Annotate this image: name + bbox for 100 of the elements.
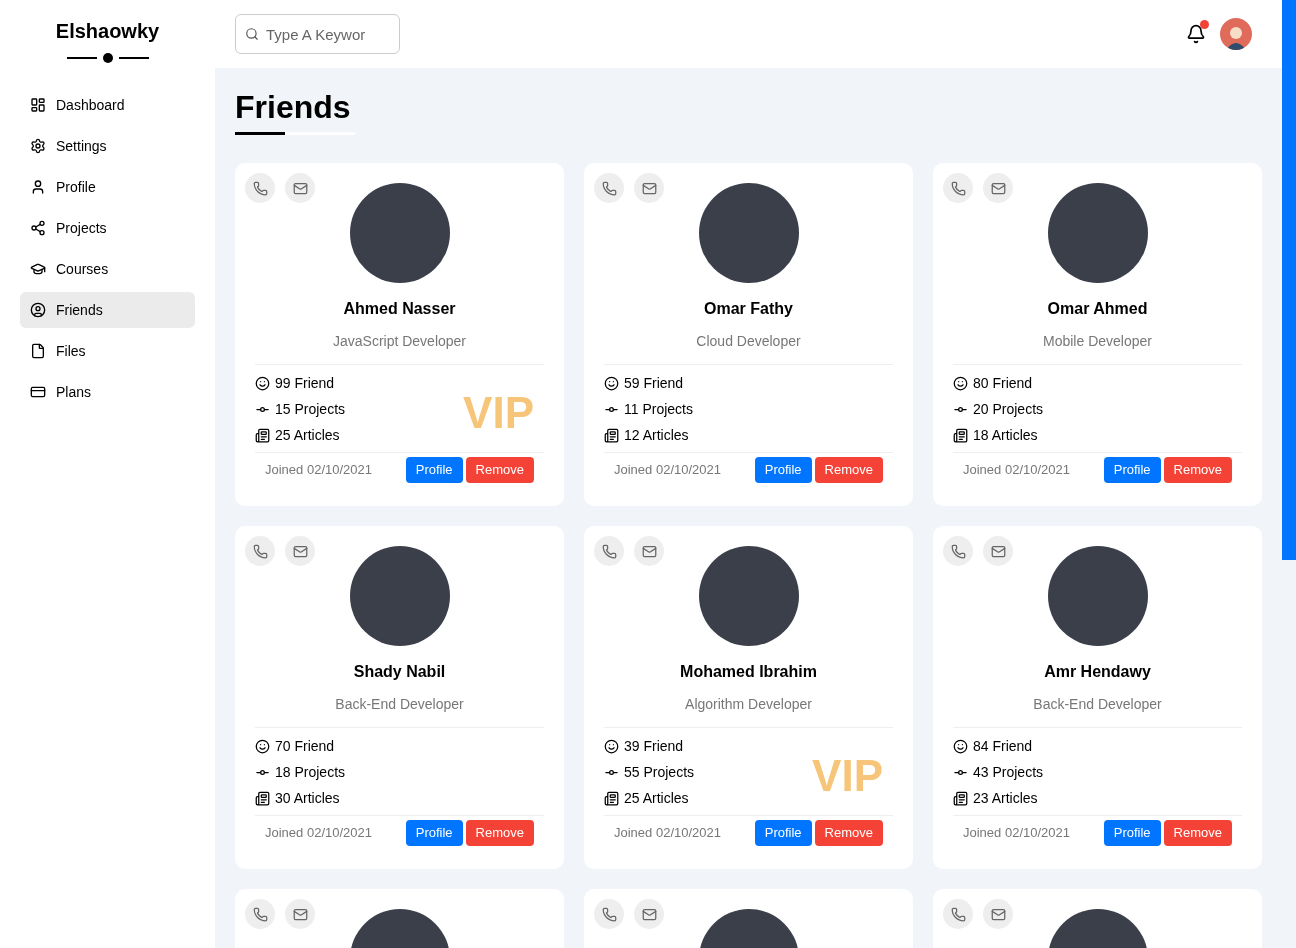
friend-role: Mobile Developer (1042, 332, 1153, 351)
joined-date: Joined 02/10/2021 (963, 824, 1070, 843)
profile-button[interactable]: Profile (405, 820, 463, 846)
phone-button[interactable] (943, 536, 973, 566)
newspaper-icon (953, 790, 968, 806)
vip-label: VIP (463, 391, 534, 435)
friend-role: Back-End Developer (334, 695, 465, 714)
remove-button[interactable]: Remove (814, 457, 883, 483)
mail-button[interactable] (285, 899, 315, 929)
stat-text: 23 Articles (973, 788, 1038, 808)
remove-button[interactable]: Remove (814, 820, 883, 846)
stat-text: 59 Friend (624, 373, 684, 393)
stat-text: 25 Articles (624, 788, 689, 808)
mail-icon (641, 906, 657, 922)
brand-title: Elshaowky (54, 19, 161, 44)
friend-role: Cloud Developer (695, 332, 802, 351)
stat-text: 84 Friend (973, 736, 1033, 756)
stat-text: 70 Friend (275, 736, 335, 756)
mail-button[interactable] (983, 536, 1013, 566)
phone-button[interactable] (943, 899, 973, 929)
smile-icon (255, 375, 270, 391)
smile-icon (255, 738, 270, 754)
vip-label: VIP (812, 754, 883, 798)
mail-icon (292, 906, 308, 922)
mail-button[interactable] (285, 536, 315, 566)
newspaper-icon (255, 790, 270, 806)
phone-button[interactable] (943, 173, 973, 203)
stat-text: 43 Projects (973, 762, 1044, 782)
mail-icon (990, 543, 1006, 559)
joined-date: Joined 02/10/2021 (614, 461, 721, 480)
newspaper-icon (604, 790, 619, 806)
stat-text: 55 Projects (624, 762, 695, 782)
mail-icon (990, 180, 1006, 196)
mail-button[interactable] (634, 536, 664, 566)
phone-button[interactable] (594, 536, 624, 566)
stat-text: 99 Friend (275, 373, 335, 393)
mail-button[interactable] (634, 899, 664, 929)
profile-button[interactable]: Profile (1103, 820, 1161, 846)
remove-button[interactable]: Remove (1163, 457, 1232, 483)
mail-button[interactable] (983, 173, 1013, 203)
brand-divider-icon (66, 52, 149, 64)
dashboard-icon (30, 97, 46, 113)
phone-button[interactable] (594, 173, 624, 203)
smile-icon (604, 738, 619, 754)
friend-name: Omar Ahmed (1046, 299, 1149, 319)
user-avatar[interactable] (1220, 18, 1252, 50)
phone-icon (601, 906, 617, 922)
stat-text: 80 Friend (973, 373, 1033, 393)
credit-card-icon (30, 384, 46, 400)
phone-button[interactable] (245, 536, 275, 566)
friend-role: Algorithm Developer (684, 695, 813, 714)
profile-button[interactable]: Profile (754, 820, 812, 846)
phone-icon (252, 906, 268, 922)
graduation-cap-icon (30, 261, 46, 277)
stat-text: 18 Projects (275, 762, 346, 782)
phone-icon (601, 543, 617, 559)
mail-button[interactable] (285, 173, 315, 203)
user-icon (30, 179, 46, 195)
search-field[interactable]: Type A Keywor (235, 14, 400, 54)
smile-icon (953, 375, 968, 391)
friend-name: Ahmed Nasser (342, 299, 457, 319)
phone-button[interactable] (594, 899, 624, 929)
smile-icon (604, 375, 619, 391)
joined-date: Joined 02/10/2021 (265, 824, 372, 843)
profile-button[interactable]: Profile (1103, 457, 1161, 483)
newspaper-icon (953, 427, 968, 443)
stat-text: 12 Articles (624, 425, 689, 445)
mail-icon (641, 543, 657, 559)
profile-button[interactable]: Profile (754, 457, 812, 483)
joined-date: Joined 02/10/2021 (614, 824, 721, 843)
friend-role: Back-End Developer (1032, 695, 1163, 714)
phone-icon (950, 180, 966, 196)
mail-icon (292, 180, 308, 196)
phone-icon (601, 180, 617, 196)
mail-icon (990, 906, 1006, 922)
stat-text: 20 Projects (973, 399, 1044, 419)
stat-text: 30 Articles (275, 788, 340, 808)
remove-button[interactable]: Remove (1163, 820, 1232, 846)
sidebar-item[interactable]: Friends (20, 292, 195, 328)
remove-button[interactable]: Remove (465, 820, 534, 846)
mail-button[interactable] (983, 899, 1013, 929)
newspaper-icon (604, 427, 619, 443)
stat-text: 25 Articles (275, 425, 340, 445)
newspaper-icon (255, 427, 270, 443)
mail-button[interactable] (634, 173, 664, 203)
scrollbar-thumb[interactable] (1282, 0, 1296, 560)
friend-name: Mohamed Ibrahim (679, 662, 818, 682)
stat-text: 11 Projects (624, 399, 693, 419)
file-icon (30, 343, 46, 359)
joined-date: Joined 02/10/2021 (265, 461, 372, 480)
phone-button[interactable] (245, 899, 275, 929)
remove-button[interactable]: Remove (465, 457, 534, 483)
gear-icon (30, 138, 46, 154)
phone-button[interactable] (245, 173, 275, 203)
phone-icon (252, 180, 268, 196)
mail-icon (641, 180, 657, 196)
search-icon (245, 27, 259, 41)
nodes-icon (30, 220, 46, 236)
user-circle-icon (30, 302, 46, 318)
profile-button[interactable]: Profile (405, 457, 463, 483)
